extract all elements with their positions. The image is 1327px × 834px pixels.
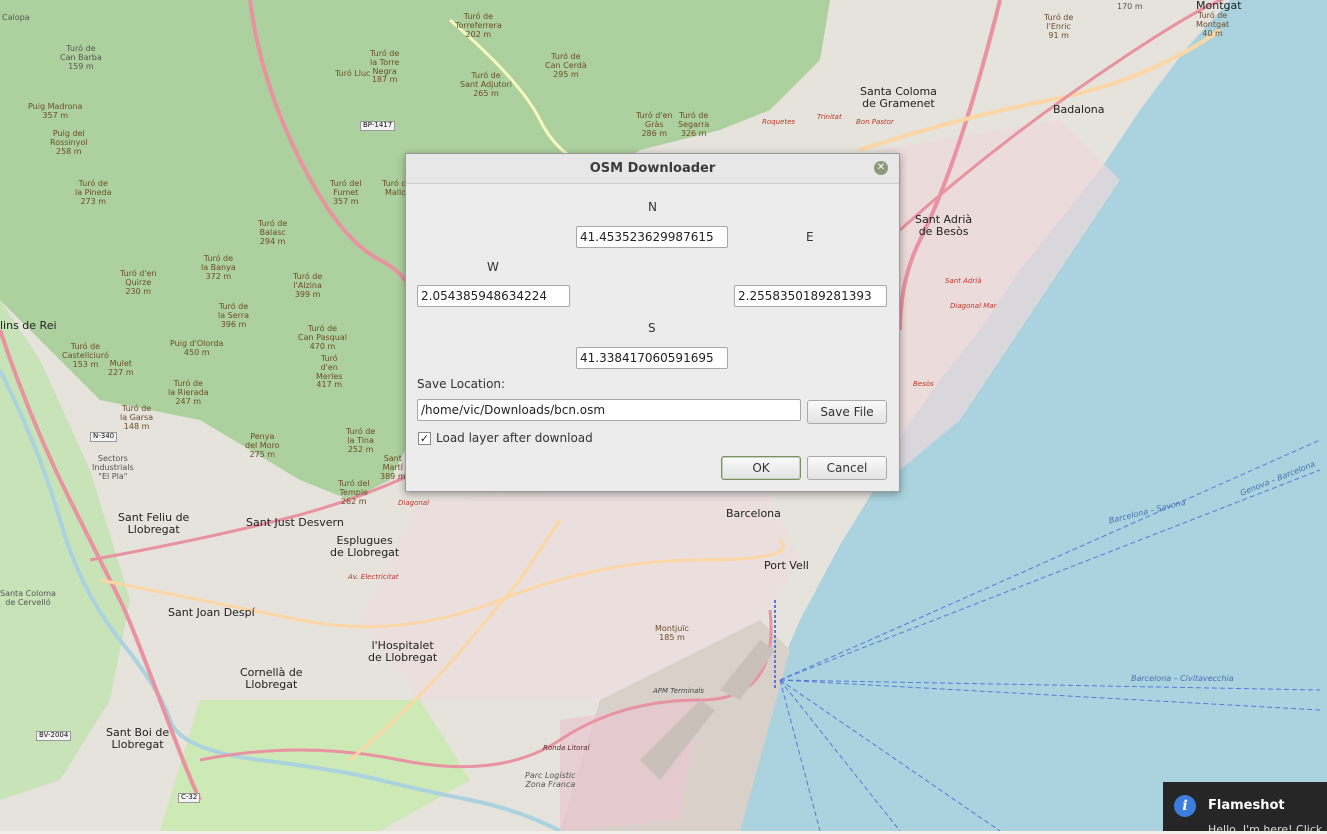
map-label: Turó de Can Cerdà 295 m <box>545 52 587 79</box>
map-label: Bon Pastor <box>856 118 894 126</box>
map-label: Mulet 227 m <box>108 359 134 377</box>
road-shield: BV-2004 <box>36 731 72 741</box>
map-label: Turó Lluc <box>335 69 371 78</box>
east-field[interactable]: 2.2558350189281393 <box>734 285 887 307</box>
south-field[interactable]: 41.338417060591695 <box>576 347 728 369</box>
map-label: Turó de la Banya 372 m <box>201 254 236 281</box>
map-label: Turó del Temple 262 m <box>338 479 370 506</box>
map-label: Puig d'Olorda 450 m <box>170 339 224 357</box>
save-location-field[interactable]: /home/vic/Downloads/bcn.osm <box>417 399 801 421</box>
map-label: Turó d'en Gràs 286 m <box>636 111 673 138</box>
load-layer-label[interactable]: Load layer after download <box>436 431 593 445</box>
ok-button[interactable]: OK <box>721 456 801 480</box>
map-label: Puig Madrona 357 m <box>28 102 83 120</box>
map-label: Sant Adrià <box>945 277 982 285</box>
map-label: Badalona <box>1053 103 1105 116</box>
notification-title: Flameshot <box>1208 798 1285 813</box>
notification-body: Hello, I'm here! Click <box>1208 823 1323 831</box>
map-label: Turó del Fumet 357 m <box>330 179 362 206</box>
map-label: Av. Electricitat <box>348 573 399 581</box>
map-label: Sant Boi de Llobregat <box>106 726 170 752</box>
map-label: Turó de l'Alzina 399 m <box>293 272 323 299</box>
map-label: Turó de la Torre Negra 187 m <box>370 49 400 85</box>
map-label: Turó de Sant Adjutori 265 m <box>460 71 512 98</box>
close-icon[interactable]: ✕ <box>874 161 888 175</box>
dialog-titlebar[interactable]: OSM Downloader ✕ <box>406 154 899 184</box>
east-label: E <box>806 230 814 244</box>
map-label: 170 m <box>1117 2 1143 11</box>
map-label: Diagonal Mar <box>950 302 997 310</box>
map-label: Barcelona – Civitavecchia <box>1131 674 1234 683</box>
map-label: Turó de Can Barba 159 m <box>60 44 102 71</box>
map-label: APM Terminals <box>653 687 704 695</box>
map-label: Besòs <box>913 380 934 388</box>
map-label: Calopa <box>2 13 30 22</box>
road-shield: N-340 <box>90 432 118 442</box>
map-label: Turó de la Tina 252 m <box>346 427 376 454</box>
west-field[interactable]: 2.054385948634224 <box>417 285 570 307</box>
map-label: Turó d'en Quirze 230 m <box>120 269 157 296</box>
map-label: Penya del Moro 275 m <box>245 432 280 459</box>
map-label: Port Vell <box>764 559 809 572</box>
cancel-button[interactable]: Cancel <box>807 456 887 480</box>
north-label: N <box>648 200 657 214</box>
map-label: Turó de la Pineda 273 m <box>75 179 112 206</box>
map-label: Turó de Montgat 40 m <box>1196 11 1230 38</box>
road-shield: BP-1417 <box>360 121 396 131</box>
map-label: Turó de l'Enric 91 m <box>1044 13 1074 40</box>
map-label: lins de Rei <box>0 319 57 332</box>
map-label: Turó de Torreferrera 202 m <box>455 12 502 39</box>
map-label: Barcelona <box>726 507 781 520</box>
map-label: l'Hospitalet de Llobregat <box>368 639 438 665</box>
map-label: Turó de Segarra 326 m <box>678 111 710 138</box>
map-label: Roquetes <box>762 118 796 126</box>
north-field[interactable]: 41.453523629987615 <box>576 226 728 248</box>
osm-downloader-dialog: OSM Downloader ✕ N 41.453523629987615 E … <box>405 153 900 492</box>
info-icon: i <box>1174 795 1196 817</box>
map-label: Turó de la Rierada 247 m <box>168 379 209 406</box>
map-label: Sant Adrià de Besòs <box>915 213 973 239</box>
map-label: Sant Feliu de Llobregat <box>118 511 190 537</box>
map-label: Turó de Castellciuró 153 m <box>62 342 109 369</box>
south-label: S <box>648 321 656 335</box>
map-label: Cornellà de Llobregat <box>240 666 303 692</box>
map-label: Sant Joan Despí <box>168 606 255 619</box>
map-label: Esplugues de Llobregat <box>330 534 400 560</box>
map-label: Turó de la Garsa 148 m <box>120 404 154 431</box>
map-label: Santa Coloma de Cervelló <box>0 589 56 607</box>
load-layer-checkbox[interactable]: ✓ <box>418 432 431 445</box>
dialog-title: OSM Downloader <box>589 161 716 176</box>
west-label: W <box>487 260 499 274</box>
map-label: Trinitat <box>817 113 842 121</box>
map-label: Ronda Litoral <box>543 744 590 752</box>
map-label: Sant Just Desvern <box>246 516 344 529</box>
map-label: Turó de Can Pasqual 470 m <box>298 324 347 351</box>
map-label: Turó de Balasc 294 m <box>258 219 288 246</box>
map-label: Turó d'en Merles 417 m <box>316 354 343 390</box>
flameshot-notification[interactable]: i Flameshot Hello, I'm here! Click <box>1163 782 1327 831</box>
map-label: Parc Logístic Zona Franca <box>525 771 576 789</box>
map-label: Montjuïc 185 m <box>655 624 689 642</box>
save-file-button[interactable]: Save File <box>807 400 887 424</box>
road-shield: C-32 <box>178 793 201 803</box>
map-label: Diagonal <box>398 499 430 507</box>
map-label: Sectors Industrials "El Pla" <box>92 454 134 481</box>
map-label: Sant Martí 389 m <box>380 454 406 481</box>
map-label: Santa Coloma de Gramenet <box>860 85 937 111</box>
map-label: Puig del Rossinyol 258 m <box>50 129 88 156</box>
map-label: Turó de la Serra 396 m <box>218 302 250 329</box>
save-location-label: Save Location: <box>417 377 506 391</box>
